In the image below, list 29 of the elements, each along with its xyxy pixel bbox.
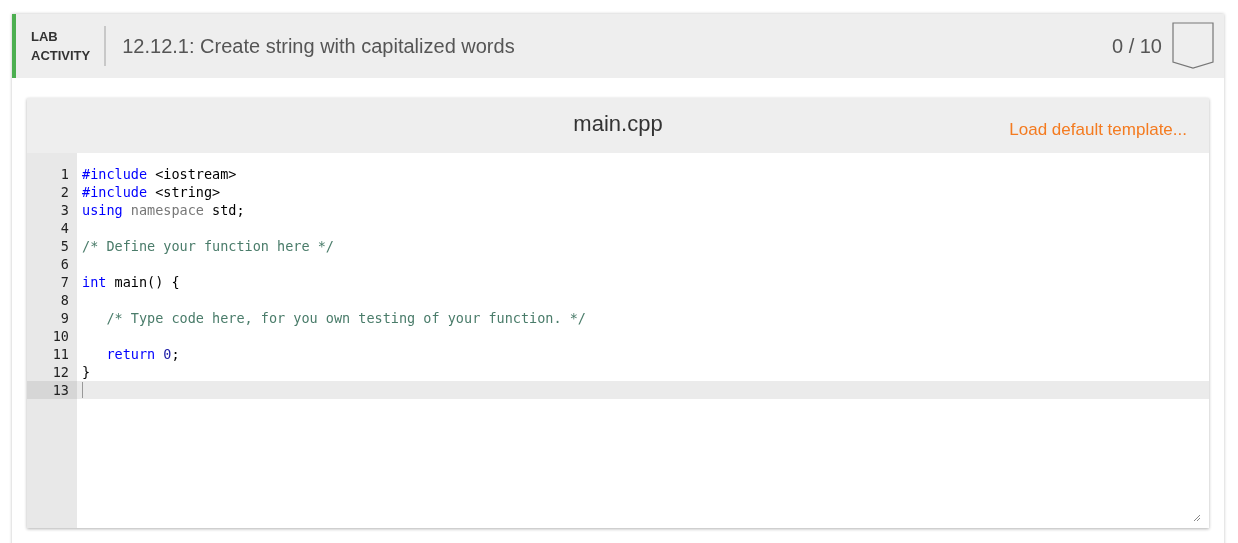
line-number: 4 xyxy=(59,219,70,237)
line-number: 11 xyxy=(51,345,70,363)
code-line: /* Type code here, for you own testing of your function. */ xyxy=(105,309,586,327)
line-number: 2 xyxy=(59,183,70,201)
activity-type-label: LAB ACTIVITY xyxy=(31,28,91,65)
line-number: 1 xyxy=(59,165,70,183)
code-line: /* Define your function here */ xyxy=(82,237,334,255)
code-line: using namespace std; xyxy=(82,201,245,219)
score-text: 0 / 10 xyxy=(1111,34,1162,58)
line-number: 7 xyxy=(59,273,70,291)
line-number: 10 xyxy=(51,327,70,345)
line-number: 12 xyxy=(51,363,70,381)
completion-badge-icon xyxy=(1172,22,1214,70)
code-line: return 0; xyxy=(105,345,180,363)
resize-handle-icon[interactable] xyxy=(1193,514,1201,522)
code-line: #include <iostream> xyxy=(82,165,237,183)
line-number: 5 xyxy=(59,237,70,255)
code-line: } xyxy=(82,363,91,381)
code-line: #include <string> xyxy=(82,183,221,201)
text-cursor xyxy=(82,382,83,398)
load-template-link[interactable]: Load default template... xyxy=(1009,120,1187,140)
line-number: 6 xyxy=(59,255,70,273)
file-name: main.cpp xyxy=(573,110,663,138)
line-number: 8 xyxy=(59,291,70,309)
line-number: 9 xyxy=(59,309,70,327)
line-number: 3 xyxy=(59,201,70,219)
activity-title: 12.12.1: Create string with capitalized words xyxy=(122,34,516,58)
line-number: 13 xyxy=(27,381,77,399)
code-line: int main() { xyxy=(82,273,180,291)
